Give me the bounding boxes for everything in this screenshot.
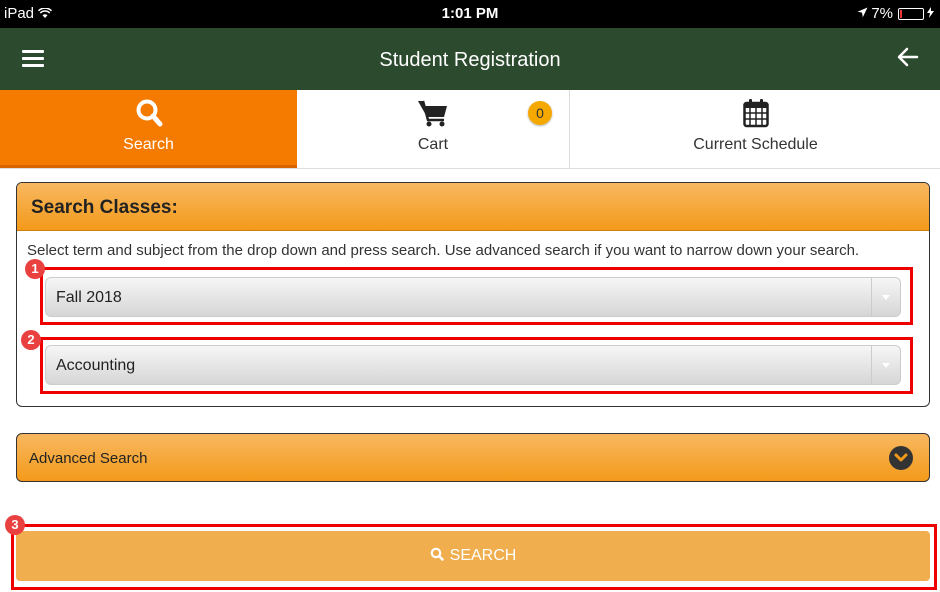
status-time: 1:01 PM [441, 5, 499, 22]
battery-icon [898, 7, 924, 20]
term-select-value: Fall 2018 [56, 289, 122, 306]
tab-bar: Search Cart Current Schedule 0 [0, 90, 940, 169]
cart-count-badge: 0 [528, 101, 552, 125]
subject-select[interactable]: Accounting [45, 345, 901, 385]
tab-label: Search [123, 136, 174, 153]
chevron-down-icon [871, 346, 900, 384]
page-title: Student Registration [379, 49, 561, 71]
app-header: Student Registration [0, 28, 940, 90]
advanced-search-toggle[interactable]: Advanced Search [16, 433, 930, 482]
arrow-left-icon[interactable] [896, 45, 920, 74]
subject-select-value: Accounting [56, 357, 136, 374]
tab-label: Current Schedule [693, 136, 818, 153]
step-badge-2: 2 [21, 330, 41, 350]
chevron-down-icon [871, 278, 900, 316]
battery-percent: 7% [871, 5, 893, 22]
search-icon [430, 547, 444, 566]
tab-search[interactable]: Search [0, 90, 297, 168]
search-icon [0, 98, 297, 128]
charging-icon [927, 5, 934, 22]
calendar-icon [570, 98, 940, 128]
search-classes-card: Search Classes: Select term and subject … [16, 182, 930, 407]
step-badge-1: 1 [25, 259, 45, 279]
tab-label: Cart [417, 136, 449, 153]
search-button[interactable]: SEARCH [16, 531, 930, 581]
tab-current-schedule[interactable]: Current Schedule [569, 90, 940, 168]
status-bar: iPad 1:01 PM 7% [0, 0, 940, 28]
tab-cart[interactable]: Cart [297, 90, 569, 168]
card-title: Search Classes: [31, 197, 178, 218]
location-icon [857, 5, 868, 22]
card-header: Search Classes: [17, 183, 929, 231]
status-right: 7% [857, 5, 934, 22]
instructions-text: Select term and subject from the drop do… [27, 242, 860, 259]
search-button-label: SEARCH [449, 547, 517, 564]
term-select[interactable]: Fall 2018 [45, 277, 901, 317]
step-badge-3: 3 [5, 515, 25, 535]
advanced-search-label: Advanced Search [29, 450, 148, 467]
chevron-down-circle-icon [889, 446, 913, 470]
